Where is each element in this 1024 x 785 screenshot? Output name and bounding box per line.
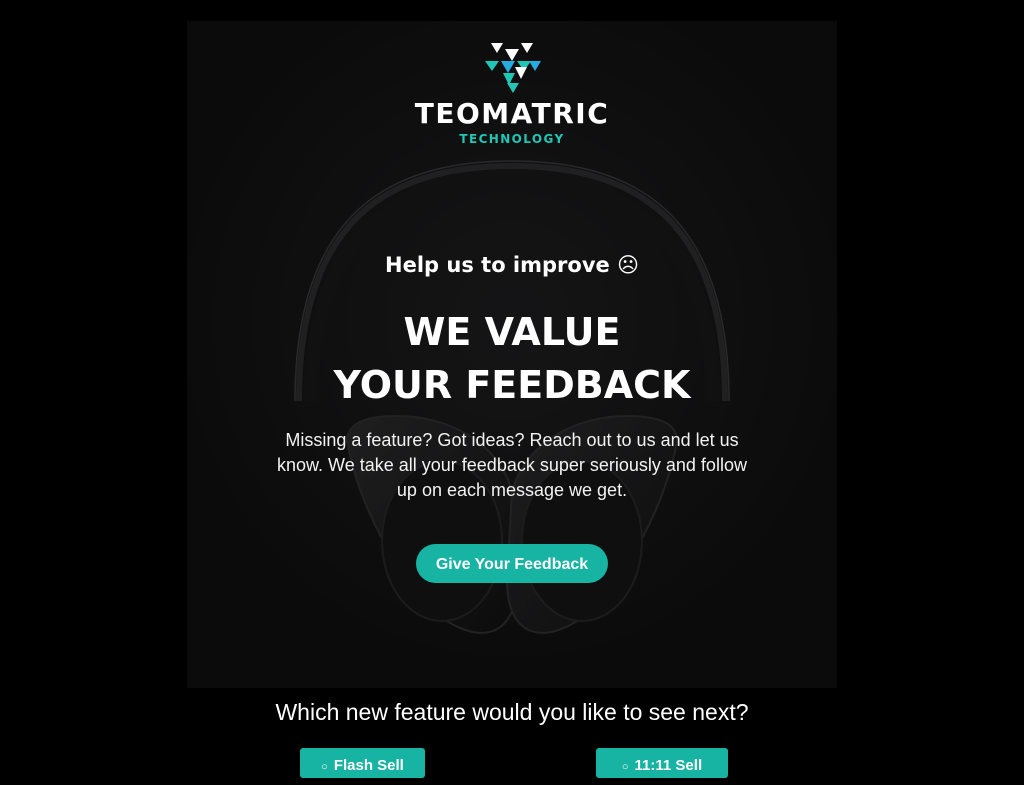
page-headline: WE VALUE YOUR FEEDBACK [187, 306, 837, 412]
description-text: Missing a feature? Got ideas? Reach out … [277, 430, 747, 500]
brand-name: TEOMATRIC [414, 97, 610, 130]
headline-line-1: WE VALUE [403, 310, 621, 354]
eyebrow-text: Help us to improve ☹ [385, 253, 639, 277]
give-feedback-button[interactable]: Give Your Feedback [416, 544, 608, 583]
brand-subtitle: TECHNOLOGY [459, 132, 565, 146]
teomatric-logo-icon [485, 43, 541, 93]
option-label: Flash Sell [333, 757, 404, 774]
email-card: TEOMATRIC TECHNOLOGY Help us to improve … [187, 21, 837, 688]
option-flash-sell-button[interactable]: ○ Flash Sell [300, 748, 425, 778]
headline-line-2: YOUR FEEDBACK [333, 363, 691, 407]
radio-icon: ○ [621, 761, 629, 773]
brand-logo: TEOMATRIC TECHNOLOGY [187, 39, 837, 147]
option-label: 11:11 Sell [634, 757, 703, 774]
survey-question: Which new feature would you like to see … [275, 699, 749, 725]
radio-icon: ○ [321, 761, 328, 773]
option-1111-sell-button[interactable]: ○ 11:11 Sell [596, 748, 728, 778]
